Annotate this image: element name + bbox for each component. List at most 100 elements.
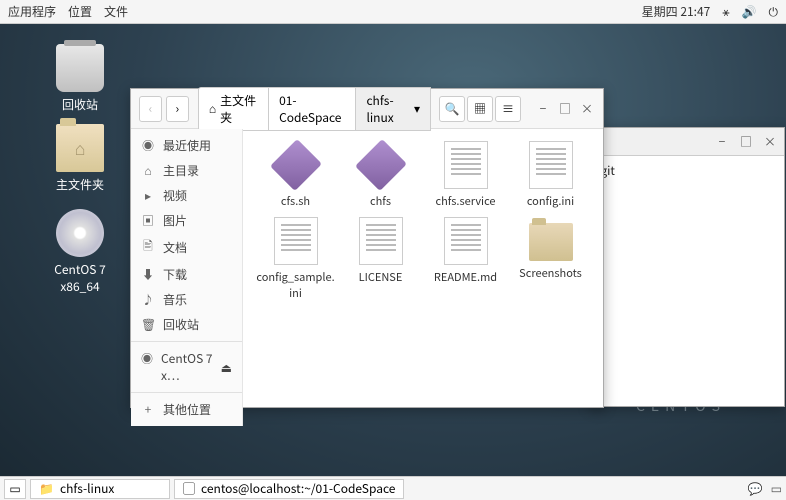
file-icon <box>444 217 488 265</box>
file-item[interactable]: chfs.service <box>425 141 506 209</box>
label: 回收站 <box>40 96 120 113</box>
path-home[interactable]: ⌂主文件夹 <box>198 87 269 131</box>
file-manager-window: ‹ › ⌂主文件夹 01-CodeSpace chfs-linux ▾ 🔍 ▦ … <box>130 88 604 408</box>
list-view-button[interactable]: ≡ <box>495 96 521 122</box>
tray-icon[interactable]: 💬 <box>748 480 763 497</box>
sidebar-other-locations[interactable]: +其他位置 <box>131 397 242 422</box>
sidebar-label: 主目录 <box>163 162 199 179</box>
file-item[interactable]: chfs <box>340 141 421 209</box>
sidebar-item[interactable]: ▣ 图片 <box>131 208 242 233</box>
file-grid[interactable]: cfs.shchfschfs.serviceconfig.ini config_s… <box>243 129 603 426</box>
power-icon[interactable]: ⏻ <box>769 3 779 20</box>
sidebar-icon: ♪ <box>141 291 155 308</box>
sidebar-item[interactable]: ▸ 视频 <box>131 183 242 208</box>
menu-places[interactable]: 位置 <box>68 3 92 20</box>
maximize-button[interactable]: □ <box>738 134 754 150</box>
desktop-icon-disc[interactable]: CentOS 7 x86_64 <box>40 209 120 295</box>
sidebar-item[interactable]: ♪ 音乐 <box>131 287 242 312</box>
file-icon <box>359 217 403 265</box>
sidebar-device[interactable]: ◉CentOS 7 x…⏏ <box>131 346 242 388</box>
file-name: config.ini <box>510 193 591 209</box>
terminal-titlebar[interactable]: − □ × <box>591 128 784 156</box>
clock[interactable]: 星期四 21:47 <box>642 3 711 20</box>
terminal-window: − □ × .git <box>590 127 785 407</box>
sidebar-icon: 🗑 <box>141 316 155 333</box>
sidebar-icon: ⬇ <box>141 266 155 283</box>
bottom-taskbar: ▭ 📁chfs-linux ▢centos@localhost:~/01-Cod… <box>0 476 786 500</box>
plus-icon: + <box>141 401 155 418</box>
file-icon <box>529 223 573 261</box>
file-icon <box>444 141 488 189</box>
sidebar-label: 文档 <box>163 239 187 256</box>
disc-icon: ◉ <box>141 350 153 384</box>
path-segment[interactable]: 01-CodeSpace <box>268 87 356 131</box>
forward-button[interactable]: › <box>166 96 189 122</box>
file-icon <box>354 139 406 191</box>
taskbar-item-files[interactable]: 📁chfs-linux <box>30 479 170 499</box>
top-panel: 应用程序 位置 文件 星期四 21:47 ⚹ 🔊 ⏻ <box>0 0 786 24</box>
desktop-icon-home[interactable]: 主文件夹 <box>40 124 120 193</box>
file-item[interactable]: config.ini <box>510 141 591 209</box>
sidebar-item[interactable]: ◉ 最近使用 <box>131 133 242 158</box>
close-button[interactable]: × <box>762 134 778 150</box>
sidebar-icon: ▣ <box>141 212 155 229</box>
sidebar-icon: ◉ <box>141 137 155 154</box>
folder-icon: 📁 <box>39 480 54 497</box>
search-button[interactable]: 🔍 <box>439 96 465 122</box>
tray-icon[interactable]: ▭ <box>771 480 782 497</box>
sidebar-item[interactable]: ⬇ 下载 <box>131 262 242 287</box>
sidebar-label: 回收站 <box>163 316 199 333</box>
file-manager-toolbar: ‹ › ⌂主文件夹 01-CodeSpace chfs-linux ▾ 🔍 ▦ … <box>131 89 603 129</box>
file-icon <box>274 217 318 265</box>
dropdown-icon: ▾ <box>414 100 420 117</box>
sidebar-label: 下载 <box>163 266 187 283</box>
file-name: README.md <box>425 269 506 285</box>
network-icon[interactable]: ⚹ <box>722 3 729 20</box>
file-name: chfs.service <box>425 193 506 209</box>
file-name: cfs.sh <box>255 193 336 209</box>
desktop-icon-trash[interactable]: 回收站 <box>40 44 120 113</box>
sidebar-label: 图片 <box>163 212 187 229</box>
eject-icon[interactable]: ⏏ <box>221 359 232 376</box>
desktop[interactable]: 回收站 主文件夹 CentOS 7 x86_64 CENTOS − □ × .g… <box>0 24 786 476</box>
show-desktop-button[interactable]: ▭ <box>4 479 26 499</box>
close-button[interactable]: × <box>579 101 595 117</box>
sidebar-label: 音乐 <box>163 291 187 308</box>
sidebar-item[interactable]: 🖹 文档 <box>131 233 242 262</box>
sidebar: ◉ 最近使用 ⌂ 主目录 ▸ 视频 ▣ 图片 🖹 文档 ⬇ 下载 ♪ 音乐 🗑 回收站 ◉CentOS 7 x…… <box>131 129 243 426</box>
sidebar-icon: 🖹 <box>141 237 155 258</box>
file-name: Screenshots <box>510 265 591 281</box>
file-item[interactable]: config_sample.ini <box>255 217 336 301</box>
sidebar-label: 视频 <box>163 187 187 204</box>
sidebar-item[interactable]: ⌂ 主目录 <box>131 158 242 183</box>
file-item[interactable]: LICENSE <box>340 217 421 301</box>
file-name: chfs <box>340 193 421 209</box>
terminal-icon: ▢ <box>183 480 195 497</box>
file-name: config_sample.ini <box>255 269 336 301</box>
file-icon <box>529 141 573 189</box>
menu-files[interactable]: 文件 <box>104 3 128 20</box>
menu-applications[interactable]: 应用程序 <box>8 3 56 20</box>
label: CentOS 7 x86_64 <box>40 261 120 295</box>
back-button[interactable]: ‹ <box>139 96 162 122</box>
terminal-content[interactable]: .git <box>591 156 784 185</box>
file-icon <box>269 139 321 191</box>
system-tray: 💬 ▭ <box>748 480 782 497</box>
sidebar-item[interactable]: 🗑 回收站 <box>131 312 242 337</box>
sidebar-icon: ⌂ <box>141 162 155 179</box>
path-bar: ⌂主文件夹 01-CodeSpace chfs-linux ▾ <box>199 87 431 131</box>
file-name: LICENSE <box>340 269 421 285</box>
minimize-button[interactable]: − <box>714 134 730 150</box>
file-item[interactable]: README.md <box>425 217 506 301</box>
volume-icon[interactable]: 🔊 <box>742 3 757 20</box>
maximize-button[interactable]: □ <box>557 101 573 117</box>
sidebar-label: 最近使用 <box>163 137 211 154</box>
taskbar-item-terminal[interactable]: ▢centos@localhost:~/01-CodeSpace <box>174 479 404 499</box>
file-item[interactable]: cfs.sh <box>255 141 336 209</box>
minimize-button[interactable]: − <box>535 101 551 117</box>
icon-view-button[interactable]: ▦ <box>467 96 493 122</box>
label: 主文件夹 <box>40 176 120 193</box>
path-segment-current[interactable]: chfs-linux ▾ <box>355 87 431 131</box>
file-item[interactable]: Screenshots <box>510 217 591 301</box>
sidebar-icon: ▸ <box>141 187 155 204</box>
